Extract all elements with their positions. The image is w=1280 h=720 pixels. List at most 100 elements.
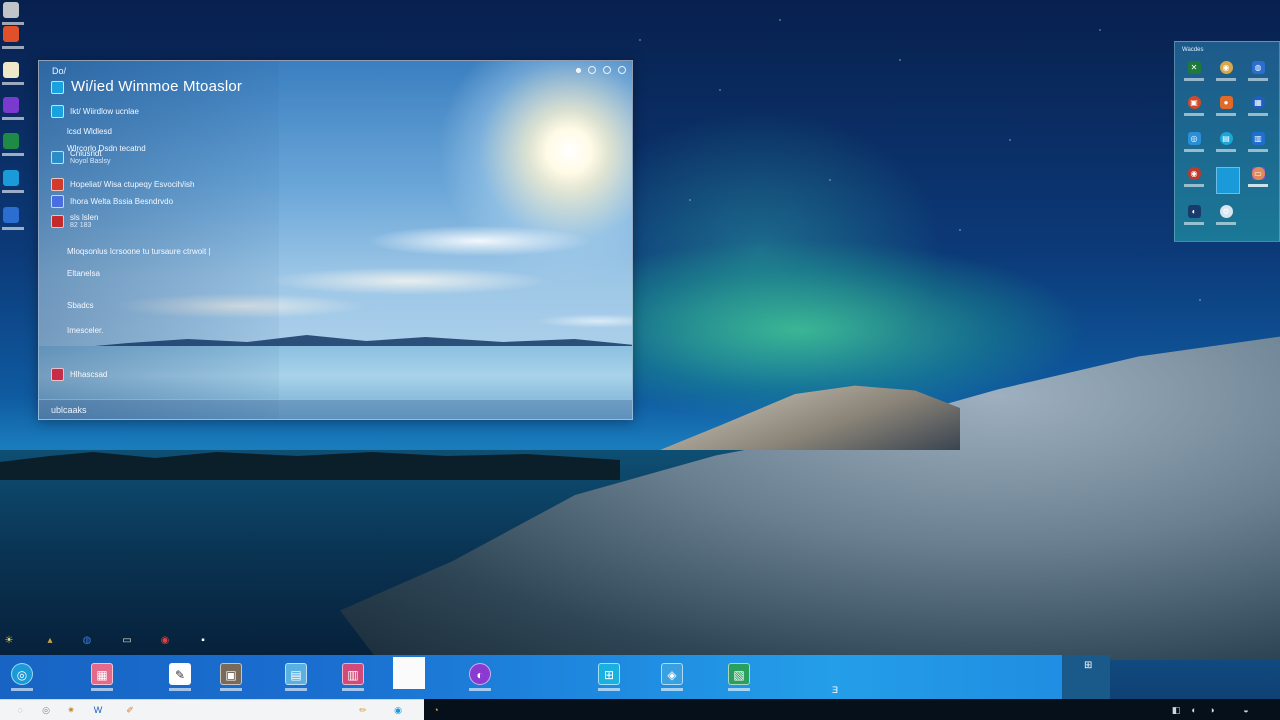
blue-app-icon: ▦ [1251,96,1265,109]
tile-label [1248,113,1268,116]
tile-blue-app[interactable]: ▦ [1245,96,1271,126]
terminal-icon[interactable]: ▪ [196,634,210,648]
store-taskbar-icon: ▧ [728,663,750,685]
folder-desktop-icon[interactable]: ▭ [120,634,134,648]
list-item-label: Mloqsonlus Icrsoone tu tursaure ctrwoit … [67,247,211,256]
taskbar-corner-icon[interactable]: ⊞ [1084,660,1092,671]
taskbar-tray-icon[interactable]: Ǝ [832,685,838,695]
window-app-label: Do/ [52,66,67,76]
battery-icon[interactable]: ◑ [1206,704,1218,716]
globe-desktop-icon[interactable]: ◍ [80,634,94,648]
notification-icon[interactable]: ◒ [1240,704,1252,716]
clock-icon[interactable]: ◔ [430,704,442,716]
maximize-icon[interactable] [603,66,611,74]
list-item[interactable]: sls lslen 82 183 [51,213,98,229]
tile-orange-app[interactable]: ● [1213,96,1239,126]
list-item[interactable]: Ihora Welta Bssia Besndrvdo [51,195,173,208]
start-icon: ◎ [11,663,33,685]
tile-label [1248,184,1268,187]
taskbar-item[interactable]: ⊞ [589,655,629,699]
word-icon[interactable]: W [92,704,104,716]
list-item-text-group: Sbadcs [67,301,94,310]
target-icon[interactable]: ◎ [40,704,52,716]
row-icon [51,299,61,312]
tile-store[interactable]: ▤ [1213,132,1239,162]
taskbar-item-label [169,688,191,691]
hat-icon[interactable]: ▴ [43,634,57,648]
tile-steam[interactable]: ◐ [1181,205,1207,235]
browser-desktop-icon[interactable] [3,207,19,223]
list-item[interactable]: Eltanelsa [51,267,100,280]
tile-panel-title: Wacdes [1182,47,1204,53]
taskbar-item[interactable]: ◎ [2,655,42,699]
tile-photos[interactable]: ◉ [1213,61,1239,91]
excel-desktop-icon[interactable] [3,133,19,149]
list-item-label: Ihora Welta Bssia Besndrvdo [70,197,174,206]
tile-large[interactable] [1216,167,1240,194]
network-icon[interactable]: ◧ [1170,704,1182,716]
tile-label [1184,113,1204,116]
list-item-label: Hlhascsad [70,370,108,379]
list-item[interactable]: lcsd Wldlesd [51,125,112,138]
tile-label [1184,149,1204,152]
tile-book[interactable]: ▥ [1245,132,1271,162]
tile-office[interactable]: ▣ [1181,96,1207,126]
row-icon [51,267,61,280]
pencil-icon[interactable]: ✏ [357,704,369,716]
taskbar-item[interactable]: ▤ [276,655,316,699]
taskbar-item-label [728,688,750,691]
window-title: Wi/ied Wimmoe Mtoaslor [71,78,243,95]
calendar-icon: ▥ [342,663,364,685]
taskbar-item[interactable]: ◐ [460,655,500,699]
volume-icon[interactable]: ◐ [1188,704,1200,716]
record-icon[interactable]: ◉ [158,634,172,648]
main-window[interactable]: Do/ Wi/ied Wimmoe Mtoaslor Ikt/ Wiirdlow… [38,60,633,420]
office-desktop-icon[interactable] [3,26,19,42]
taskbar-item-label [11,688,33,691]
row-icon [51,195,64,208]
list-item[interactable]: Cnlusndt Noyol Baslsy [51,149,110,165]
brush-icon[interactable]: ✐ [124,704,136,716]
circle-icon[interactable]: ◌ [14,704,26,716]
tile-settings[interactable]: ⚙ [1213,205,1239,235]
notes-desktop-icon[interactable] [3,62,19,78]
settings-icon: ⚙ [1219,205,1233,218]
row-icon [51,324,61,337]
onenote-desktop-icon[interactable] [3,97,19,113]
list-item[interactable]: Hopeliat/ Wisa ctupeqy Esvocih/ish [51,178,195,191]
tile-xbox[interactable]: ✕ [1181,61,1207,91]
skype-icon[interactable]: ◉ [392,704,404,716]
taskbar-item[interactable]: ▦ [82,655,122,699]
xbox-icon: ✕ [1187,61,1201,74]
status-text: ublcaaks [51,405,87,415]
taskbar-item[interactable]: ▧ [719,655,759,699]
list-item-label: Hopeliat/ Wisa ctupeqy Esvocih/ish [70,180,195,189]
list-item-label: lcsd Wldlesd [67,127,112,136]
globe-icon: ◍ [1251,61,1265,74]
taskbar-item[interactable]: ▥ [333,655,373,699]
tile-chrome[interactable]: ◉ [1181,167,1207,197]
tile-edge[interactable]: ◎ [1181,132,1207,162]
taskbar-item[interactable]: ▣ [211,655,251,699]
orange-app-icon: ● [1219,96,1233,109]
tile-label [1248,78,1268,81]
taskbar-item[interactable]: ◈ [652,655,692,699]
tile-globe[interactable]: ◍ [1245,61,1271,91]
taskbar-item[interactable]: ✎ [160,655,200,699]
window-menu-icon[interactable] [576,68,581,73]
edge-desktop-icon[interactable] [3,170,19,186]
close-icon[interactable] [618,66,626,74]
tile-label [1184,184,1204,187]
sun-icon[interactable]: ☀ [2,634,16,648]
list-item[interactable]: Imesceler. [51,324,103,337]
list-item[interactable]: Hlhascsad [51,368,107,381]
taskbar-white-tile[interactable] [393,657,425,689]
recycle-icon[interactable] [3,2,19,18]
list-item[interactable]: Ikt/ Wiirdlow ucnlae [51,105,139,118]
app-icon [51,150,64,164]
list-item[interactable]: Sbadcs [51,299,94,312]
gear-icon[interactable]: ✷ [65,704,77,716]
tile-folder[interactable]: ▭ [1245,167,1271,197]
minimize-icon[interactable] [588,66,596,74]
list-item[interactable]: Mloqsonlus Icrsoone tu tursaure ctrwoit … [51,245,210,258]
